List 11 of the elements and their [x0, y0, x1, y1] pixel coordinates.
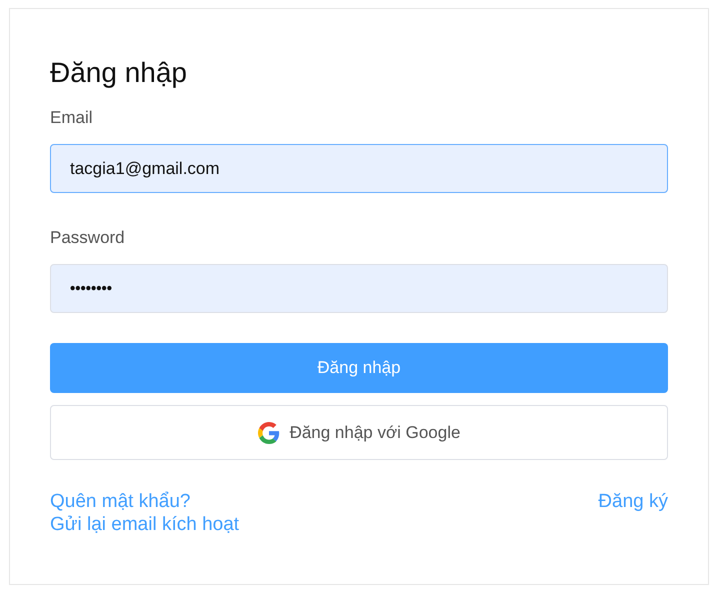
- login-button[interactable]: Đăng nhập: [50, 343, 668, 393]
- register-link[interactable]: Đăng ký: [598, 490, 668, 513]
- password-field[interactable]: ••••••••: [50, 264, 668, 313]
- field-label: Password: [50, 228, 126, 248]
- forgot-password-link[interactable]: Quên mật khẩu?: [50, 490, 190, 513]
- google-icon: [258, 422, 280, 444]
- resend-activation-link[interactable]: Gửi lại email kích hoạt: [50, 513, 240, 536]
- page-title: Đăng nhập: [50, 56, 188, 90]
- google-login-button[interactable]: Đăng nhập với Google: [50, 405, 668, 460]
- field-label: Email: [50, 108, 94, 128]
- email-field[interactable]: tacgia1@gmail.com: [50, 144, 668, 193]
